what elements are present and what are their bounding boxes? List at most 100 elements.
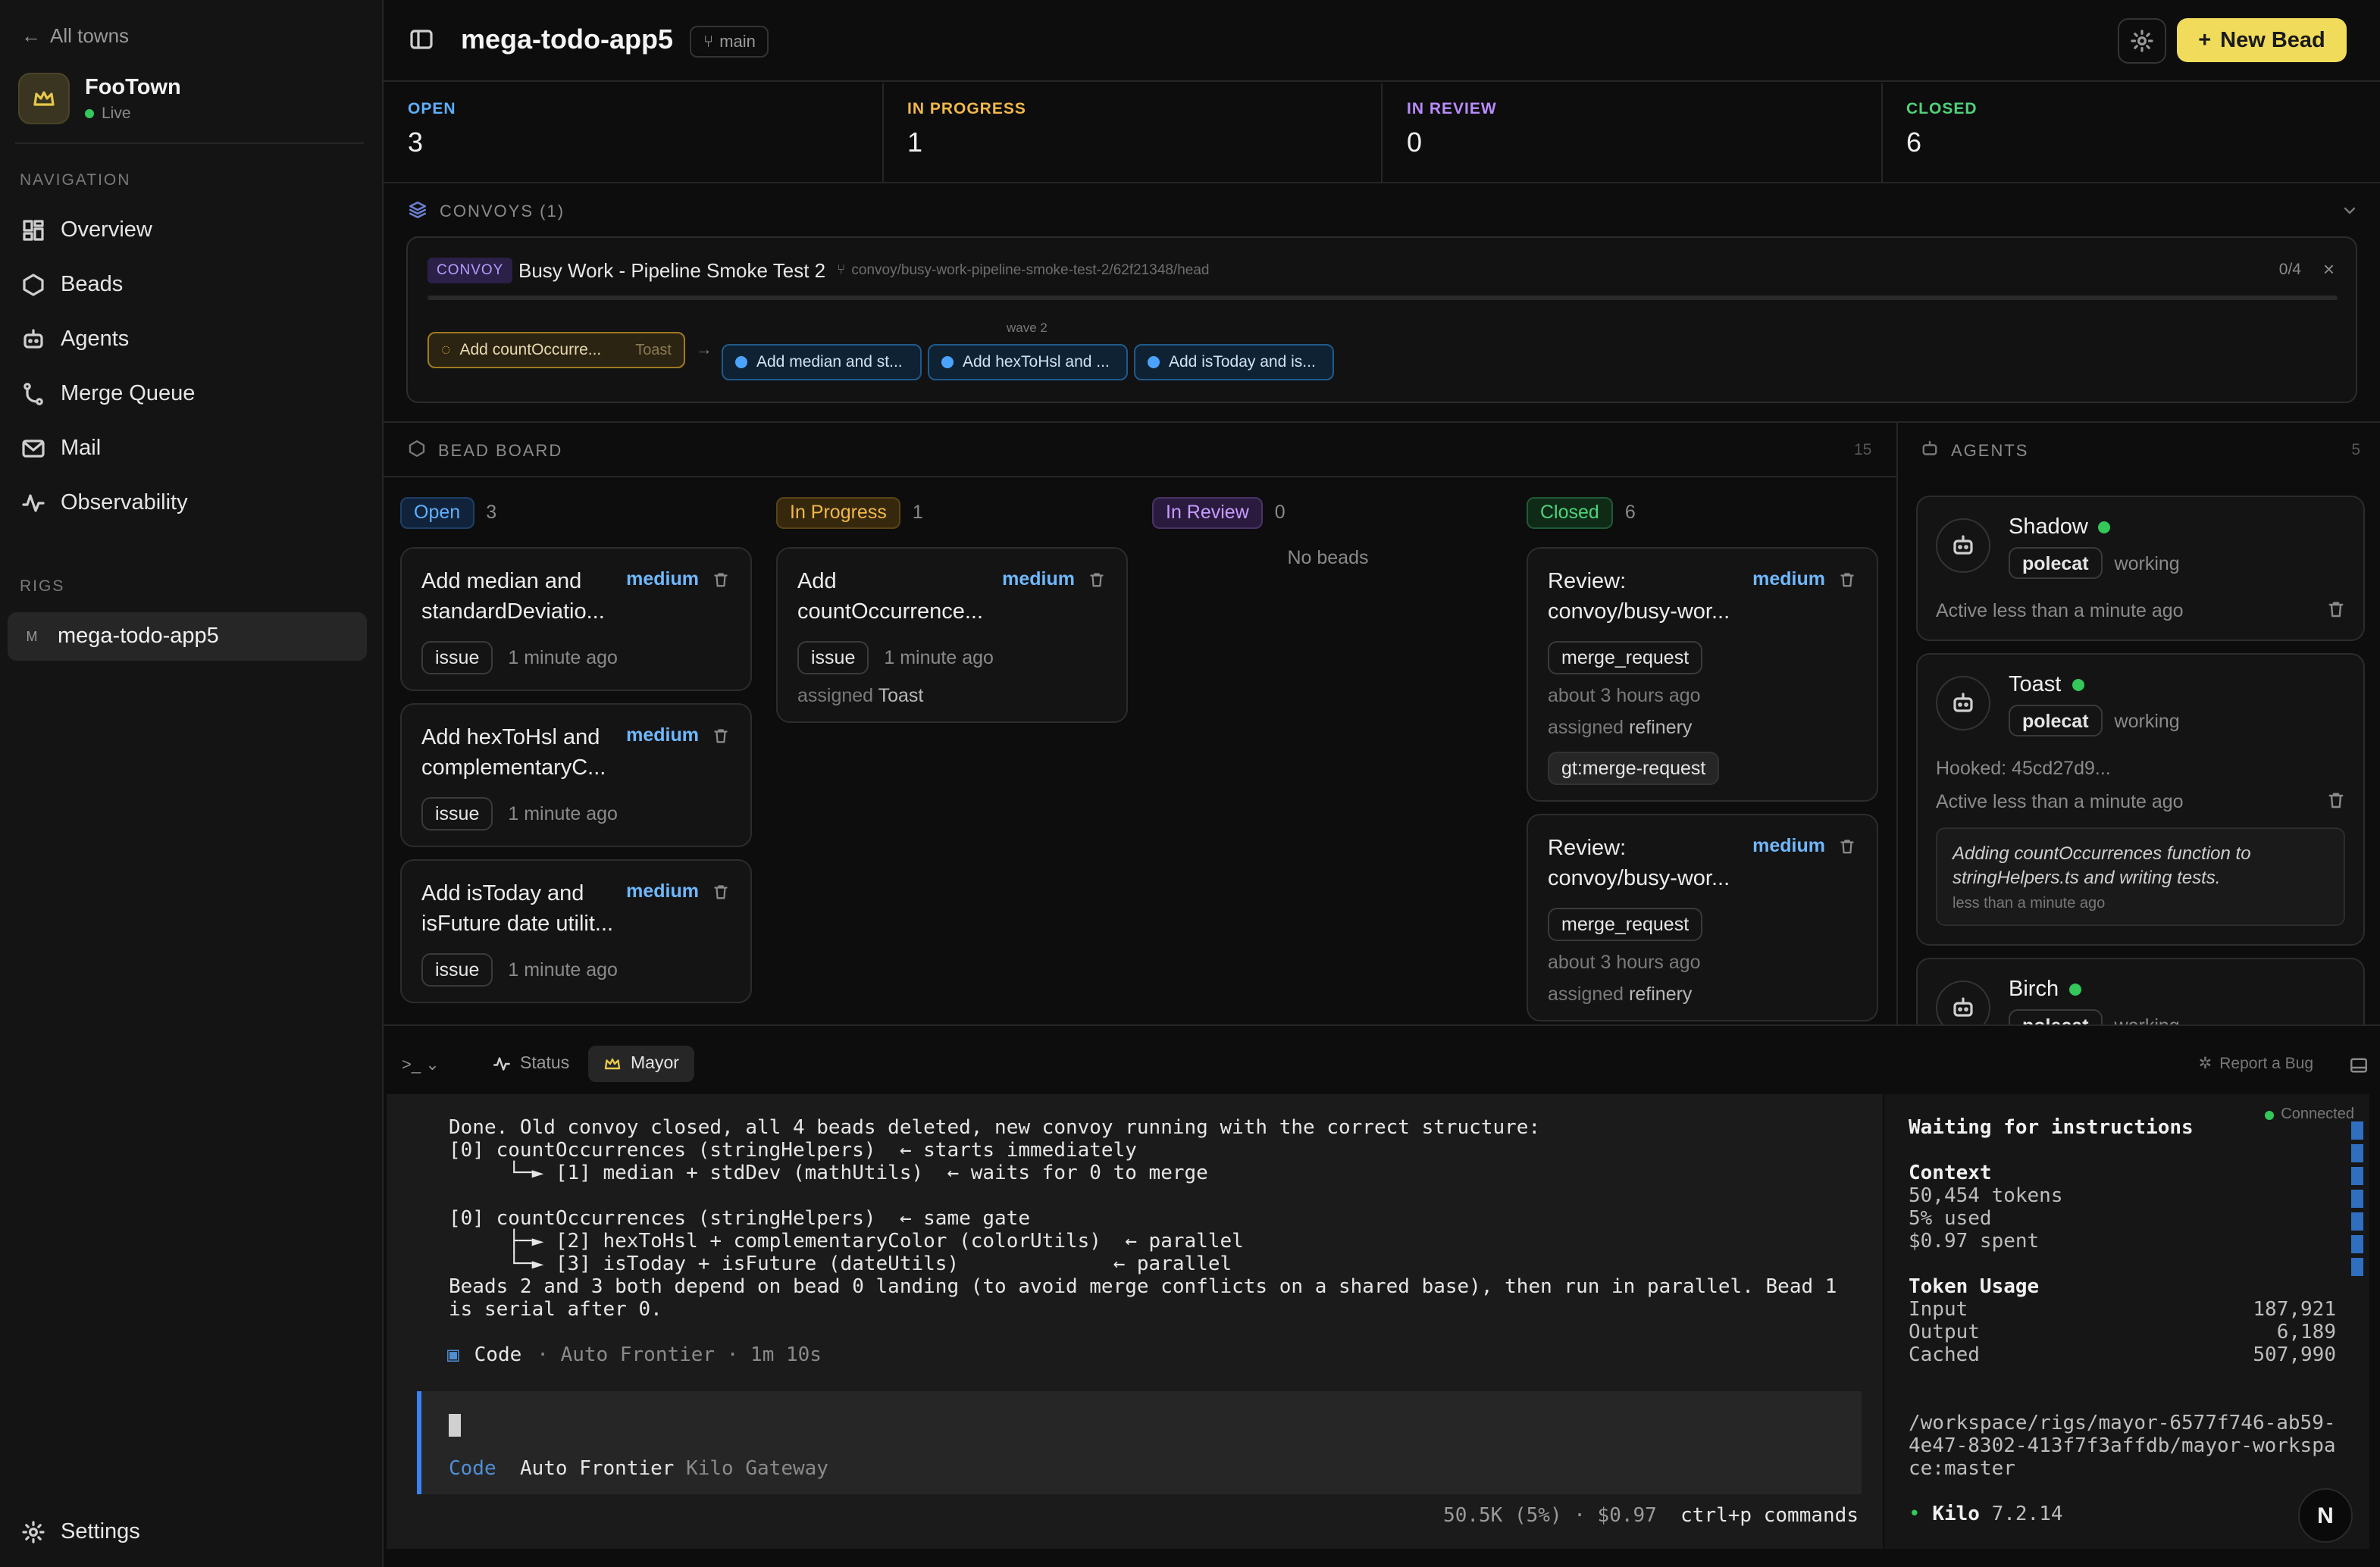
column-open: Open 3 Add median and standardDeviatio...… (400, 496, 752, 1015)
stat-label: OPEN (408, 100, 456, 118)
terminal-output[interactable]: Done. Old convoy closed, all 4 beads del… (387, 1094, 1883, 1549)
shortcut-label: commands (1763, 1505, 1859, 1528)
tab-status[interactable]: Status (478, 1046, 584, 1082)
rig-name: mega-todo-app5 (58, 624, 219, 649)
assigned-prefix: assigned (1548, 717, 1624, 738)
step-agent: Toast (635, 342, 672, 358)
section-divider (1896, 423, 1898, 1024)
convoy-step-queued[interactable]: Add hexToHsl and ... (928, 344, 1128, 380)
rig-settings-button[interactable] (2118, 18, 2166, 64)
tab-label: Mayor (631, 1055, 679, 1073)
bead-card[interactable]: Add median and standardDeviatio... mediu… (400, 547, 752, 691)
trash-icon[interactable] (712, 880, 729, 908)
report-bug-button[interactable]: ✲ Report a Bug (2199, 1055, 2313, 1073)
sidebar-item-agents[interactable]: Agents (8, 315, 367, 364)
token-row: Cached 507,990 (1909, 1344, 2336, 1367)
bead-card[interactable]: Add countOccurrence... medium issue 1 min… (776, 547, 1128, 723)
sidebar-item-mail[interactable]: Mail (8, 424, 367, 473)
scrollbar[interactable] (2351, 1121, 2363, 1281)
stat-label: IN PROGRESS (907, 100, 1026, 118)
trash-icon[interactable] (1839, 568, 1855, 596)
sidebar-item-beads[interactable]: Beads (8, 261, 367, 309)
convoy-step-queued[interactable]: Add median and st... (722, 344, 922, 380)
app-badge[interactable]: N (2298, 1488, 2353, 1543)
bead-time: about 3 hours ago (1548, 685, 1701, 706)
agent-card[interactable]: Birch polecat working (1916, 958, 2365, 1024)
token-value: 6,189 (2276, 1321, 2336, 1344)
bead-priority: medium (1752, 835, 1825, 856)
new-bead-label: New Bead (2220, 28, 2325, 52)
sidebar-item-observability[interactable]: Observability (8, 479, 367, 527)
column-count: 1 (912, 502, 923, 523)
step-label: Add isToday and is... (1169, 353, 1316, 371)
convoy-card[interactable]: CONVOY Busy Work - Pipeline Smoke Test 2… (406, 236, 2357, 403)
branch-badge: ⑂ main (690, 26, 769, 58)
bead-card[interactable]: Add hexToHsl and complementaryC... mediu… (400, 703, 752, 847)
context-used: 5% used (1909, 1208, 1992, 1231)
page-title: mega-todo-app5 (461, 24, 674, 55)
town-status: Live (85, 104, 181, 122)
sidebar-item-label: Agents (61, 327, 130, 352)
close-icon[interactable]: × (2323, 258, 2335, 280)
agent-card[interactable]: Shadow polecat working Active less than a… (1916, 496, 2365, 641)
bead-title: Review: convoy/busy-wor... (1548, 570, 1730, 624)
token-value: 187,921 (2253, 1299, 2336, 1321)
agent-name: Shadow (2009, 515, 2088, 540)
bead-card[interactable]: Review: convoy/busy-wor... medium merge_… (1527, 547, 1878, 802)
bead-priority: medium (626, 724, 699, 746)
trash-icon[interactable] (1088, 568, 1105, 596)
queued-dot-icon (1148, 356, 1160, 368)
input-mode-line: Code Auto Frontier Kilo Gateway (449, 1458, 828, 1481)
column-count: 3 (486, 502, 497, 523)
shortcut-key: ctrl+p (1680, 1505, 1752, 1528)
convoy-step-active[interactable]: ◌ Add countOccurre... Toast (427, 332, 685, 368)
convoy-step-queued[interactable]: Add isToday and is... (1134, 344, 1334, 380)
sidebar-item-merge-queue[interactable]: Merge Queue (8, 370, 367, 418)
convoy-path: ⑂ convoy/busy-work-pipeline-smoke-test-2… (837, 262, 1210, 279)
bead-card[interactable]: Add isToday and isFuture date utilit... … (400, 859, 752, 1003)
town-header[interactable]: FooTown Live (18, 73, 181, 124)
robot-icon (23, 329, 43, 349)
convoys-heading[interactable]: CONVOYS (1) (408, 200, 565, 224)
stats-bar: OPEN 3 IN PROGRESS 1 IN REVIEW 0 CLOSED … (384, 83, 2380, 183)
trash-icon[interactable] (2327, 600, 2345, 623)
terminal-status-line: ▣ Code · Auto Frontier · 1m 10s (447, 1344, 822, 1367)
report-bug-label: Report a Bug (2219, 1055, 2313, 1073)
chevron-down-icon[interactable] (2341, 200, 2359, 227)
status-dot-icon (2069, 984, 2082, 996)
bead-priority: medium (626, 880, 699, 902)
bead-assignee: assigned refinery (1548, 717, 1859, 738)
section-divider (384, 476, 1896, 477)
robot-icon (1921, 439, 1939, 462)
all-towns-link[interactable]: ← All towns (21, 24, 129, 47)
sidebar-toggle-icon[interactable] (409, 27, 434, 59)
assigned-prefix: assigned (797, 685, 874, 706)
column-label: In Progress (776, 496, 900, 528)
trash-icon[interactable] (712, 724, 729, 752)
trash-icon[interactable] (2327, 791, 2345, 814)
new-bead-button[interactable]: + New Bead (2177, 18, 2347, 62)
sidebar-item-rig[interactable]: M mega-todo-app5 (8, 612, 367, 661)
bead-title: Add countOccurrence... (797, 570, 983, 624)
text-cursor (449, 1414, 461, 1437)
robot-icon (1936, 981, 1990, 1024)
bead-label: gt:merge-request (1548, 752, 1720, 785)
bead-card[interactable]: Review: convoy/busy-wor... medium merge_… (1527, 814, 1878, 1021)
terminal-input[interactable]: Code Auto Frontier Kilo Gateway (417, 1391, 1862, 1494)
column-in-progress: In Progress 1 Add countOccurrence... medi… (776, 496, 1128, 735)
settings-button[interactable]: Settings (21, 1520, 140, 1544)
agent-card[interactable]: Toast polecat working Hooked: 45cd27d9...… (1916, 653, 2365, 946)
bead-type: merge_request (1548, 641, 1703, 674)
terminal-prompt-icon[interactable]: >_ ⌄ (402, 1055, 440, 1074)
column-count: 6 (1624, 502, 1636, 523)
git-branch-icon: ⑂ (837, 262, 846, 279)
assignee-name: refinery (1629, 984, 1693, 1005)
trash-icon[interactable] (1839, 835, 1855, 862)
sidebar-item-label: Mail (61, 436, 102, 461)
tab-mayor[interactable]: Mayor (588, 1046, 694, 1082)
trash-icon[interactable] (712, 568, 729, 596)
panel-toggle-icon[interactable] (2350, 1055, 2368, 1082)
git-merge-icon (23, 383, 43, 405)
sidebar-item-overview[interactable]: Overview (8, 206, 367, 255)
assignee-name: Toast (878, 685, 924, 706)
